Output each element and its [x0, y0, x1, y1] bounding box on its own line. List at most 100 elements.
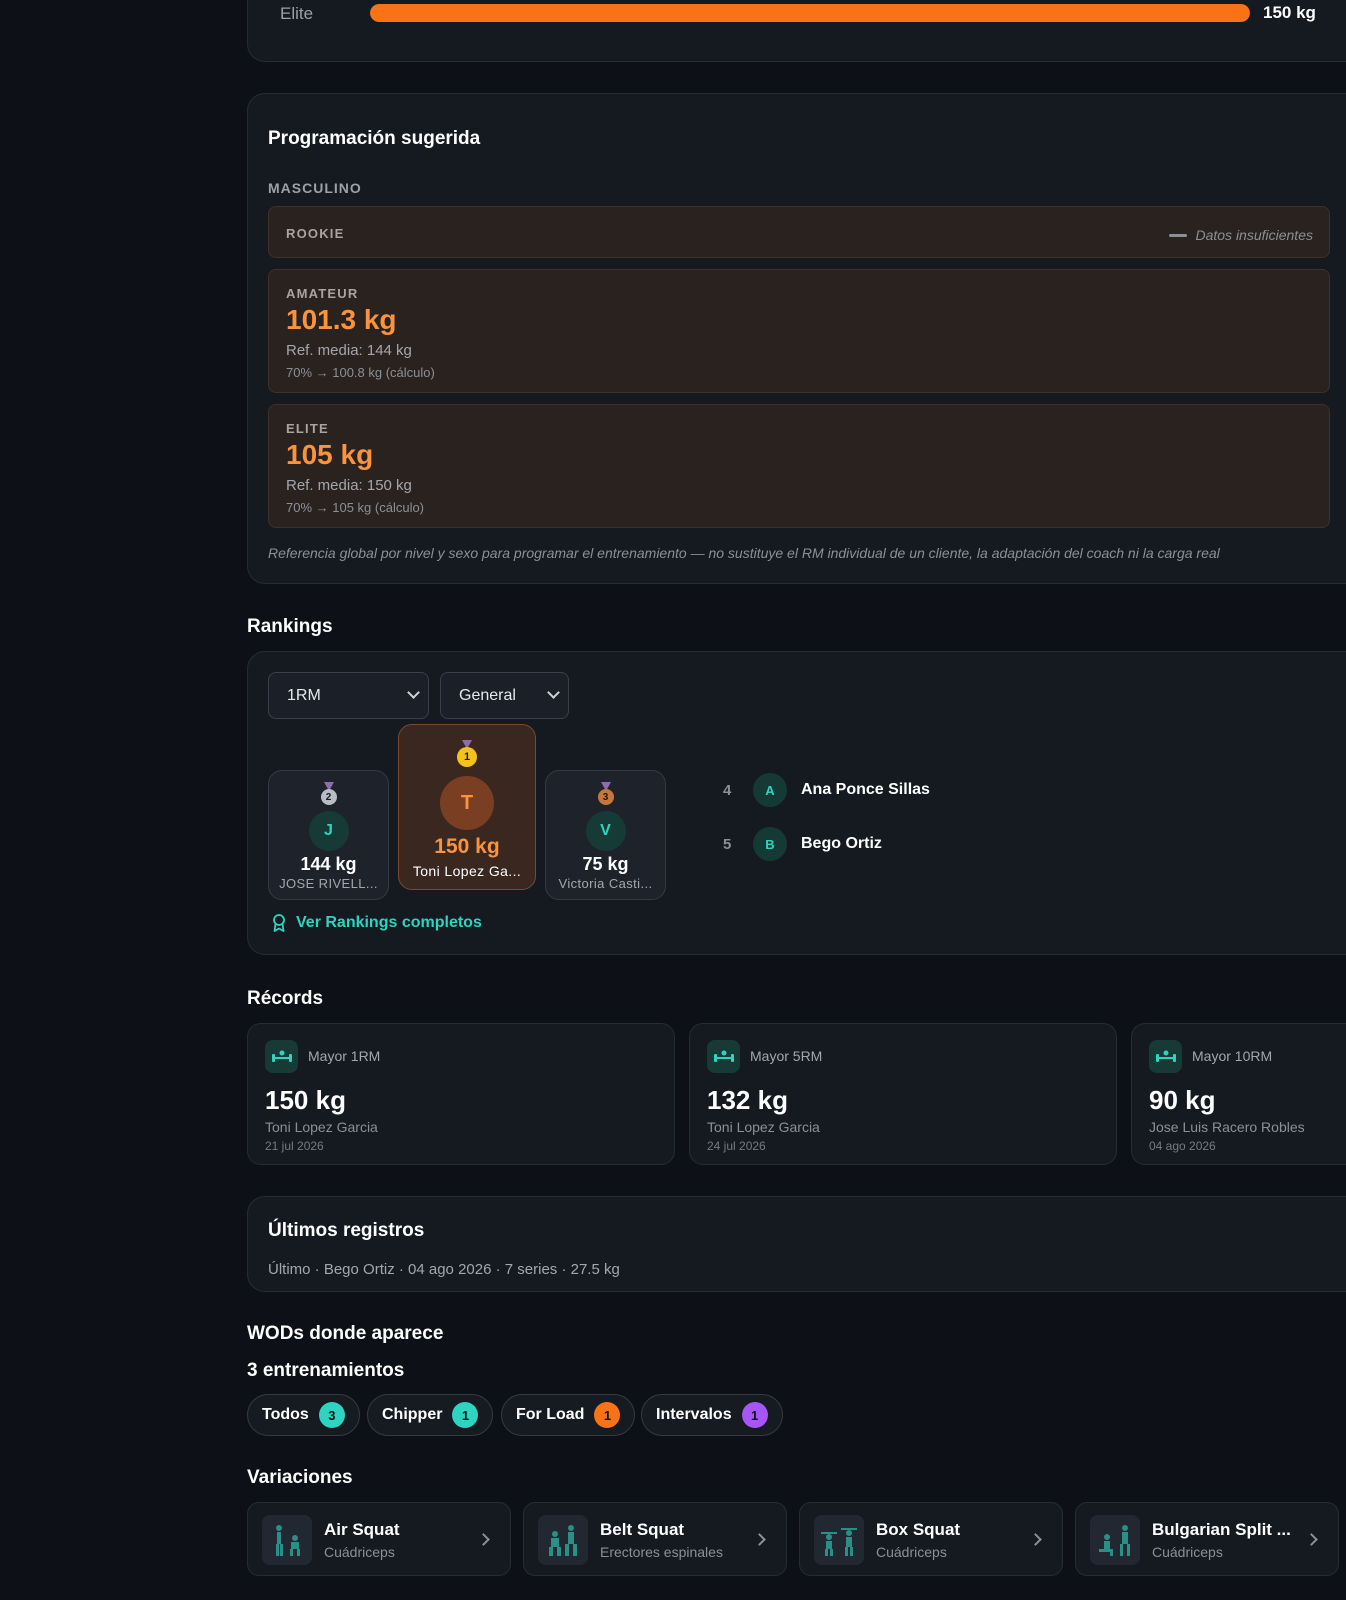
dash-icon: [1169, 233, 1188, 237]
avatar: T: [440, 776, 494, 830]
chip-label: Intervalos: [656, 1406, 732, 1423]
level-rookie: ROOKIE Datos insuficientes: [268, 206, 1330, 258]
insufficient-data: Datos insuficientes: [1169, 227, 1313, 243]
chevron-down-icon: [407, 686, 420, 699]
rankings-title: Rankings: [247, 616, 333, 637]
chip-label: For Load: [516, 1406, 585, 1423]
record-date: 04 ago 2026: [1149, 1139, 1216, 1153]
latest-logs-title: Últimos registros: [268, 1220, 425, 1241]
progress-level-label: Elite: [280, 4, 314, 23]
view-full-rankings-link[interactable]: Ver Rankings completos: [272, 914, 482, 932]
record-label: Mayor 1RM: [308, 1048, 381, 1064]
chip-count-badge: 3: [318, 1402, 345, 1428]
level-calculation: 70% → 100.8 kg (cálculo): [286, 365, 435, 380]
podium-athlete-name: Toni Lopez Ga...: [412, 863, 522, 879]
gold-medal-icon: 1: [457, 747, 477, 767]
record-athlete: Toni Lopez Garcia: [265, 1119, 378, 1135]
podium-athlete-name: JOSE RIVELL...: [279, 876, 378, 891]
podium-value: 150 kg: [434, 835, 500, 858]
level-reference: Ref. media: 144 kg: [286, 342, 412, 359]
level-reference: Ref. media: 150 kg: [286, 477, 412, 494]
chip-count-badge: 1: [594, 1402, 621, 1428]
ranking-list-item[interactable]: 5 B Bego Ortiz: [723, 827, 882, 861]
variation-name: Box Squat: [876, 1520, 961, 1539]
chevron-right-icon: [1029, 1533, 1042, 1546]
podium-first[interactable]: 1 T 150 kg Toni Lopez Ga...: [398, 724, 536, 890]
barbell-icon: [1149, 1040, 1182, 1073]
variation-card-air-squat[interactable]: Air Squat Cuádriceps: [247, 1502, 511, 1576]
metric-select[interactable]: 1RM: [268, 672, 429, 719]
ranking-position: 4: [723, 781, 732, 799]
variation-card-box-squat[interactable]: Box Squat Cuádriceps: [799, 1502, 1063, 1576]
variation-name: Bulgarian Split ...: [1152, 1520, 1291, 1539]
exercise-figure-icon: [538, 1515, 588, 1565]
variation-muscle: Erectores espinales: [600, 1544, 723, 1560]
progress-value: 150 kg: [1263, 3, 1316, 22]
wod-filter-intervalos[interactable]: Intervalos 1: [641, 1394, 783, 1436]
ranking-position: 5: [723, 835, 732, 853]
podium-value: 144 kg: [300, 854, 357, 874]
latest-log-line: Último · Bego Ortiz · 04 ago 2026 · 7 se…: [268, 1261, 620, 1278]
variation-name: Belt Squat: [600, 1520, 685, 1539]
award-icon: [273, 914, 285, 932]
chip-count-badge: 1: [452, 1402, 479, 1428]
variation-card-bulgarian-split[interactable]: Bulgarian Split ... Cuádriceps: [1075, 1502, 1339, 1576]
view-full-rankings-label: Ver Rankings completos: [296, 914, 482, 931]
level-elite: ELITE 105 kg Ref. media: 150 kg 70% → 10…: [268, 404, 1330, 528]
level-suggested-weight: 101.3 kg: [286, 304, 397, 335]
chevron-right-icon: [1305, 1533, 1318, 1546]
records-title: Récords: [247, 988, 324, 1009]
barbell-icon: [707, 1040, 740, 1073]
variation-name: Air Squat: [324, 1520, 400, 1539]
record-athlete: Toni Lopez Garcia: [707, 1119, 820, 1135]
wod-filter-chipper[interactable]: Chipper 1: [367, 1394, 494, 1436]
chip-label: Chipper: [382, 1406, 443, 1423]
progress-bar: [370, 4, 1250, 22]
chevron-down-icon: [547, 686, 560, 699]
wod-filter-todos[interactable]: Todos 3: [247, 1394, 360, 1436]
record-card-1rm: Mayor 1RM 150 kg Toni Lopez Garcia 21 ju…: [247, 1023, 675, 1165]
record-date: 21 jul 2026: [265, 1139, 324, 1153]
progress-bar-fill: [370, 4, 1250, 22]
record-label: Mayor 5RM: [750, 1048, 823, 1064]
record-athlete: Jose Luis Racero Robles: [1149, 1119, 1305, 1135]
level-suggested-weight: 105 kg: [286, 439, 374, 470]
level-name: ELITE: [286, 421, 329, 436]
athlete-name: Bego Ortiz: [801, 835, 882, 852]
group-select-value: General: [459, 686, 516, 704]
wods-title: WODs donde aparece: [247, 1323, 444, 1344]
level-amateur: AMATEUR 101.3 kg Ref. media: 144 kg 70% …: [268, 269, 1330, 393]
variation-muscle: Cuádriceps: [324, 1544, 395, 1560]
bronze-medal-icon: 3: [597, 789, 614, 805]
record-card-5rm: Mayor 5RM 132 kg Toni Lopez Garcia 24 ju…: [689, 1023, 1117, 1165]
record-card-10rm: Mayor 10RM 90 kg Jose Luis Racero Robles…: [1131, 1023, 1346, 1165]
record-value: 90 kg: [1149, 1085, 1216, 1115]
chip-label: Todos: [262, 1406, 309, 1423]
wod-filter-for-load[interactable]: For Load 1: [501, 1394, 636, 1436]
variation-muscle: Cuádriceps: [1152, 1544, 1223, 1560]
avatar: B: [753, 827, 787, 861]
avatar: V: [585, 811, 626, 851]
programacion-disclaimer: Referencia global por nivel y sexo para …: [268, 545, 1220, 561]
record-label: Mayor 10RM: [1192, 1048, 1273, 1064]
exercise-figure-icon: [1090, 1515, 1140, 1565]
chevron-right-icon: [753, 1533, 766, 1546]
record-value: 150 kg: [265, 1085, 346, 1115]
record-value: 132 kg: [707, 1085, 788, 1115]
level-name: AMATEUR: [286, 286, 359, 301]
barbell-icon: [265, 1040, 298, 1073]
variation-card-belt-squat[interactable]: Belt Squat Erectores espinales: [523, 1502, 787, 1576]
metric-select-value: 1RM: [287, 686, 321, 704]
record-date: 24 jul 2026: [707, 1139, 766, 1153]
silver-medal-icon: 2: [320, 789, 337, 805]
ranking-list-item[interactable]: 4 A Ana Ponce Sillas: [723, 773, 930, 807]
group-select[interactable]: General: [440, 672, 569, 719]
athlete-name: Ana Ponce Sillas: [801, 781, 930, 798]
podium-second[interactable]: 2 J 144 kg JOSE RIVELL...: [268, 770, 389, 900]
insufficient-data-text: Datos insuficientes: [1195, 227, 1313, 243]
variations-title: Variaciones: [247, 1467, 353, 1488]
podium-third[interactable]: 3 V 75 kg Victoria Casti...: [545, 770, 666, 900]
programacion-title: Programación sugerida: [268, 128, 481, 149]
chip-count-badge: 1: [741, 1402, 768, 1428]
avatar: J: [308, 811, 349, 851]
